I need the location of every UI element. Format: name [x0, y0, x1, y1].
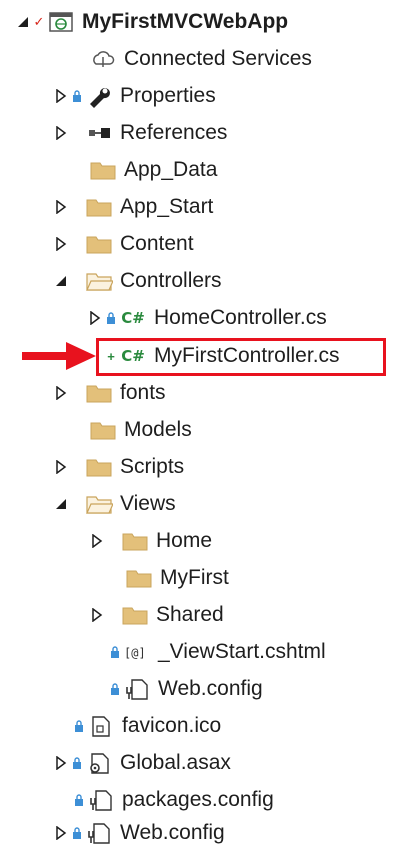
lock-icon — [70, 757, 84, 769]
lock-icon — [70, 827, 84, 839]
tree-item-fonts[interactable]: fonts — [0, 375, 396, 411]
tree-item-favicon[interactable]: favicon.ico — [0, 708, 396, 744]
config-file-icon — [84, 820, 114, 846]
tree-item-views-myfirst[interactable]: MyFirst — [0, 560, 396, 596]
config-file-icon — [122, 676, 152, 702]
image-file-icon — [86, 713, 116, 739]
lock-icon — [70, 90, 84, 102]
tree-item-label: Shared — [156, 603, 224, 626]
tree-item-app-data[interactable]: App_Data — [0, 152, 396, 188]
collapsed-icon[interactable] — [52, 86, 70, 106]
lock-icon — [72, 720, 86, 732]
tree-item-label: Content — [120, 232, 194, 255]
folder-icon — [120, 528, 150, 554]
svg-text:[@]: [@] — [124, 646, 146, 660]
tree-item-connected-services[interactable]: Connected Services — [0, 41, 396, 77]
folder-icon — [120, 602, 150, 628]
razor-file-icon: [@] — [122, 639, 152, 665]
tree-item-packages-config[interactable]: packages.config — [0, 782, 396, 818]
lock-icon — [108, 683, 122, 695]
tree-item-scripts[interactable]: Scripts — [0, 449, 396, 485]
checkmark-icon: ✓ — [33, 14, 45, 29]
collapsed-icon[interactable] — [88, 531, 106, 551]
collapsed-icon[interactable] — [52, 383, 70, 403]
tree-item-controllers[interactable]: Controllers — [0, 263, 396, 299]
wrench-icon — [84, 83, 114, 109]
folder-icon — [84, 231, 114, 257]
tree-item-properties[interactable]: Properties — [0, 78, 396, 114]
folder-icon — [124, 565, 154, 591]
collapsed-icon[interactable] — [52, 123, 70, 143]
tree-item-label: App_Data — [124, 158, 218, 181]
lock-icon — [104, 312, 118, 324]
folder-icon — [84, 454, 114, 480]
tree-item-references[interactable]: References — [0, 115, 396, 151]
references-icon — [84, 120, 114, 146]
tree-item-global-asax[interactable]: Global.asax — [0, 745, 396, 781]
project-name: MyFirstMVCWebApp — [82, 10, 289, 33]
collapsed-icon[interactable] — [52, 753, 70, 773]
tree-item-label: Scripts — [120, 455, 185, 478]
tree-item-label: favicon.ico — [122, 714, 222, 737]
collapsed-icon[interactable] — [52, 197, 70, 217]
tree-item-homecontroller[interactable]: C# HomeController.cs — [0, 300, 396, 336]
tree-item-models[interactable]: Models — [0, 412, 396, 448]
tree-item-label: Controllers — [120, 269, 222, 292]
tree-item-label: packages.config — [122, 788, 274, 811]
expanded-icon[interactable] — [52, 271, 70, 291]
tree-item-label: App_Start — [120, 195, 214, 218]
tree-item-label: HomeController.cs — [154, 306, 327, 329]
lock-icon — [72, 794, 86, 806]
tree-item-viewstart[interactable]: [@] _ViewStart.cshtml — [0, 634, 396, 670]
tree-item-label: Web.config — [158, 677, 263, 700]
folder-icon — [84, 194, 114, 220]
gear-file-icon — [84, 750, 114, 776]
csharp-file-icon: C# — [121, 309, 145, 327]
expanded-icon[interactable] — [52, 494, 70, 514]
tree-item-label: Connected Services — [124, 47, 312, 70]
tree-item-label: MyFirst — [160, 566, 229, 589]
folder-icon — [88, 417, 118, 443]
lock-icon — [108, 646, 122, 658]
tree-item-app-start[interactable]: App_Start — [0, 189, 396, 225]
tree-item-label: Views — [120, 492, 176, 515]
collapsed-icon[interactable] — [86, 308, 104, 328]
folder-open-icon — [84, 491, 114, 517]
tree-item-label: Global.asax — [120, 751, 231, 774]
folder-icon — [88, 157, 118, 183]
tree-item-views-webconfig[interactable]: Web.config — [0, 671, 396, 707]
tree-item-label: References — [120, 121, 228, 144]
config-file-icon — [86, 787, 116, 813]
tree-item-label: _ViewStart.cshtml — [158, 640, 326, 663]
folder-icon — [84, 380, 114, 406]
collapsed-icon[interactable] — [88, 605, 106, 625]
tree-item-label: Properties — [120, 84, 216, 107]
collapsed-icon[interactable] — [52, 457, 70, 477]
tree-item-label: Home — [156, 529, 213, 552]
folder-open-icon — [84, 268, 114, 294]
tree-item-views[interactable]: Views — [0, 486, 396, 522]
tree-item-label: Models — [124, 418, 192, 441]
tree-item-content[interactable]: Content — [0, 226, 396, 262]
web-project-icon — [46, 9, 76, 35]
cloud-icon — [88, 46, 118, 72]
tree-item-views-shared[interactable]: Shared — [0, 597, 396, 633]
tree-item-label: fonts — [120, 381, 166, 404]
highlight-box — [96, 338, 386, 376]
collapsed-icon[interactable] — [52, 823, 70, 843]
expanded-icon[interactable] — [14, 12, 32, 32]
project-node[interactable]: ✓ MyFirstMVCWebApp — [0, 4, 396, 40]
tree-item-views-home[interactable]: Home — [0, 523, 396, 559]
red-arrow-icon — [22, 342, 96, 370]
collapsed-icon[interactable] — [52, 234, 70, 254]
solution-explorer-tree: ✓ MyFirstMVCWebApp Connected Services Pr… — [0, 0, 396, 846]
